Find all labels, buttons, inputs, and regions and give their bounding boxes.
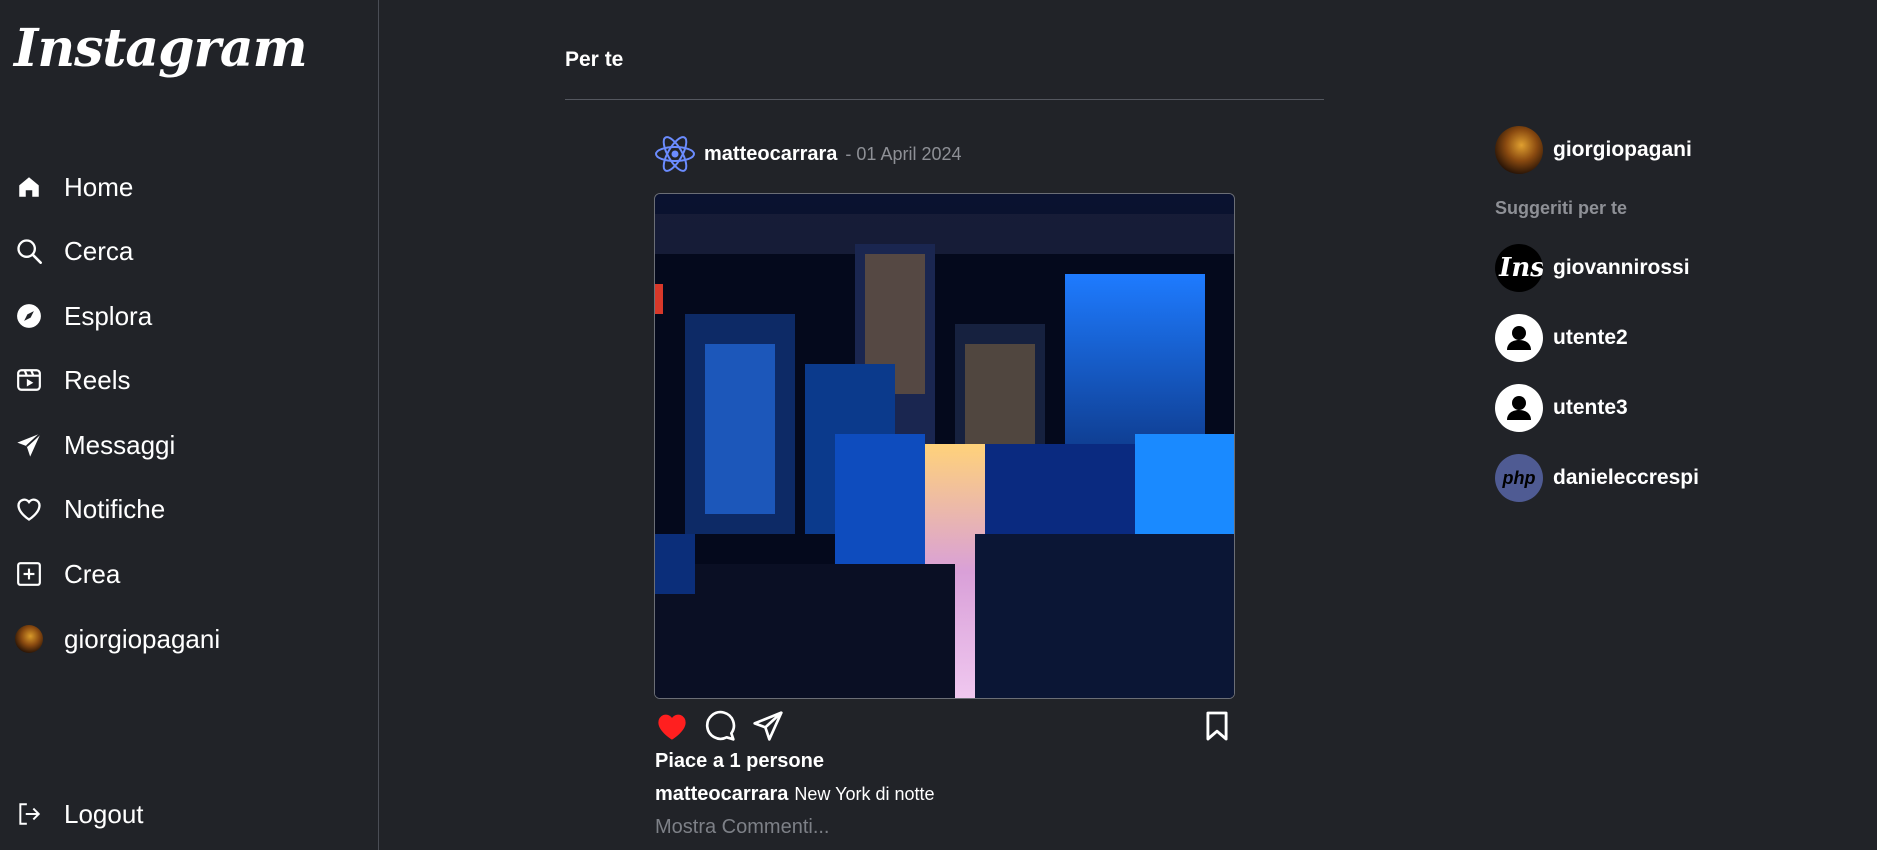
suggested-title: Suggeriti per te: [1495, 198, 1628, 218]
current-user-name: giorgiopagani: [1553, 138, 1692, 161]
instagram-logo[interactable]: Instagram: [14, 18, 308, 79]
post-date: - 01 April 2024: [845, 143, 962, 164]
post-image[interactable]: [654, 193, 1235, 699]
current-user[interactable]: giorgiopagani: [1495, 125, 1692, 175]
sidebar-item-label: Reels: [64, 364, 131, 395]
likes-count[interactable]: Piace a 1 persone: [655, 750, 824, 773]
default-user-avatar: [1495, 384, 1543, 432]
sidebar-item-profile[interactable]: giorgiopagani: [14, 619, 220, 659]
sidebar-item-label: Notifiche: [64, 493, 166, 524]
sidebar-item-messages[interactable]: Messaggi: [14, 425, 175, 465]
suggested-user-name: utente3: [1553, 396, 1628, 419]
suggested-user-name: utente2: [1553, 326, 1628, 349]
caption-text: New York di notte: [794, 784, 935, 804]
logout-label: Logout: [64, 798, 144, 829]
like-heart-icon[interactable]: [654, 708, 690, 744]
suggested-user[interactable]: utente3: [1495, 383, 1628, 433]
search-icon: [14, 236, 44, 266]
comment-icon[interactable]: [702, 708, 738, 744]
suggested-user[interactable]: utente2: [1495, 313, 1628, 363]
sidebar-item-label: giorgiopagani: [64, 623, 221, 654]
plus-square-icon: [14, 559, 44, 589]
sidebar-item-create[interactable]: Crea: [14, 554, 120, 594]
bookmark-icon[interactable]: [1199, 708, 1235, 744]
suggested-user-name: giovannirossi: [1553, 256, 1690, 279]
avatar: [1495, 126, 1543, 174]
sidebar: Instagram Home Cerca Esplora Reels Messa…: [0, 0, 379, 850]
suggested-user-name: danieleccrespi: [1553, 466, 1699, 489]
post-actions: [654, 708, 1235, 746]
react-atom-icon[interactable]: [654, 134, 696, 174]
share-icon[interactable]: [750, 708, 786, 744]
send-icon: [14, 430, 44, 460]
sidebar-item-label: Esplora: [64, 300, 153, 331]
caption-username[interactable]: matteocarrara: [655, 783, 788, 805]
reels-icon: [14, 365, 44, 395]
compass-icon: [14, 301, 44, 331]
sidebar-item-notifications[interactable]: Notifiche: [14, 489, 165, 529]
sidebar-item-label: Home: [64, 171, 134, 202]
sidebar-item-search[interactable]: Cerca: [14, 231, 133, 271]
sidebar-item-label: Crea: [64, 558, 121, 589]
heart-icon: [14, 494, 44, 524]
sidebar-item-home[interactable]: Home: [14, 167, 133, 207]
sidebar-item-label: Cerca: [64, 235, 134, 266]
home-icon: [14, 172, 44, 202]
divider: [565, 99, 1324, 100]
php-logo-avatar: php: [1495, 454, 1543, 502]
sidebar-item-reels[interactable]: Reels: [14, 360, 130, 400]
avatar: [14, 624, 44, 654]
default-user-avatar: [1495, 314, 1543, 362]
post-caption: matteocarrara New York di notte: [655, 783, 935, 806]
logout-button[interactable]: Logout: [14, 794, 144, 834]
suggested-user[interactable]: Ins giovannirossi: [1495, 243, 1690, 293]
instagram-logo-avatar: Ins: [1495, 244, 1543, 292]
sidebar-item-label: Messaggi: [64, 429, 176, 460]
feed-title[interactable]: Per te: [565, 48, 623, 72]
logout-icon: [14, 799, 44, 829]
show-comments-link[interactable]: Mostra Commenti...: [655, 816, 829, 839]
post-header: matteocarrara - 01 April 2024: [654, 134, 962, 174]
sidebar-item-explore[interactable]: Esplora: [14, 296, 152, 336]
suggested-user[interactable]: php danieleccrespi: [1495, 453, 1699, 503]
post-username[interactable]: matteocarrara: [704, 143, 837, 166]
